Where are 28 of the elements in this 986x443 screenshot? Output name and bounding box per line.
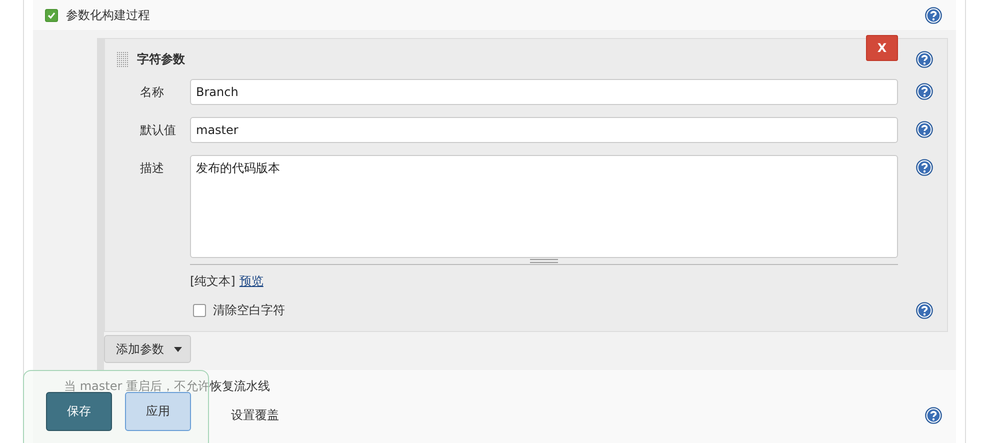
help-icon[interactable]	[916, 121, 933, 138]
checkbox[interactable]	[45, 8, 58, 22]
field-label: 描述	[139, 160, 165, 177]
help-icon[interactable]	[916, 159, 933, 176]
resize-handle-icon[interactable]	[530, 259, 558, 264]
format-label: [纯文本]	[190, 273, 236, 290]
checkbox[interactable]	[193, 304, 206, 317]
field-label: 名称	[139, 84, 165, 101]
help-icon[interactable]	[925, 406, 942, 424]
check-icon	[47, 10, 56, 20]
checkbox-label: 清除空白字符	[213, 302, 285, 319]
text-area[interactable]: 发布的代码版本	[190, 155, 898, 258]
preview-link[interactable]: 预览	[239, 273, 264, 290]
field-label: 默认值	[139, 122, 177, 139]
input-field[interactable]: master	[190, 117, 898, 143]
caret-icon	[174, 346, 182, 352]
checkbox-label: 设置覆盖	[231, 406, 279, 424]
help-icon[interactable]	[916, 83, 933, 100]
help-icon[interactable]	[916, 302, 933, 319]
checkbox-label: 参数化构建过程	[66, 6, 150, 24]
save-button[interactable]: 保存	[46, 392, 112, 431]
parameter-title: 字符参数	[137, 50, 185, 68]
apply-button[interactable]: 应用	[125, 392, 191, 431]
delete-button[interactable]: X	[866, 35, 898, 61]
help-icon[interactable]	[925, 6, 942, 24]
add-parameter-button[interactable]: 添加参数	[104, 335, 191, 363]
help-icon[interactable]	[916, 50, 933, 68]
input-field[interactable]: Branch	[190, 79, 898, 105]
